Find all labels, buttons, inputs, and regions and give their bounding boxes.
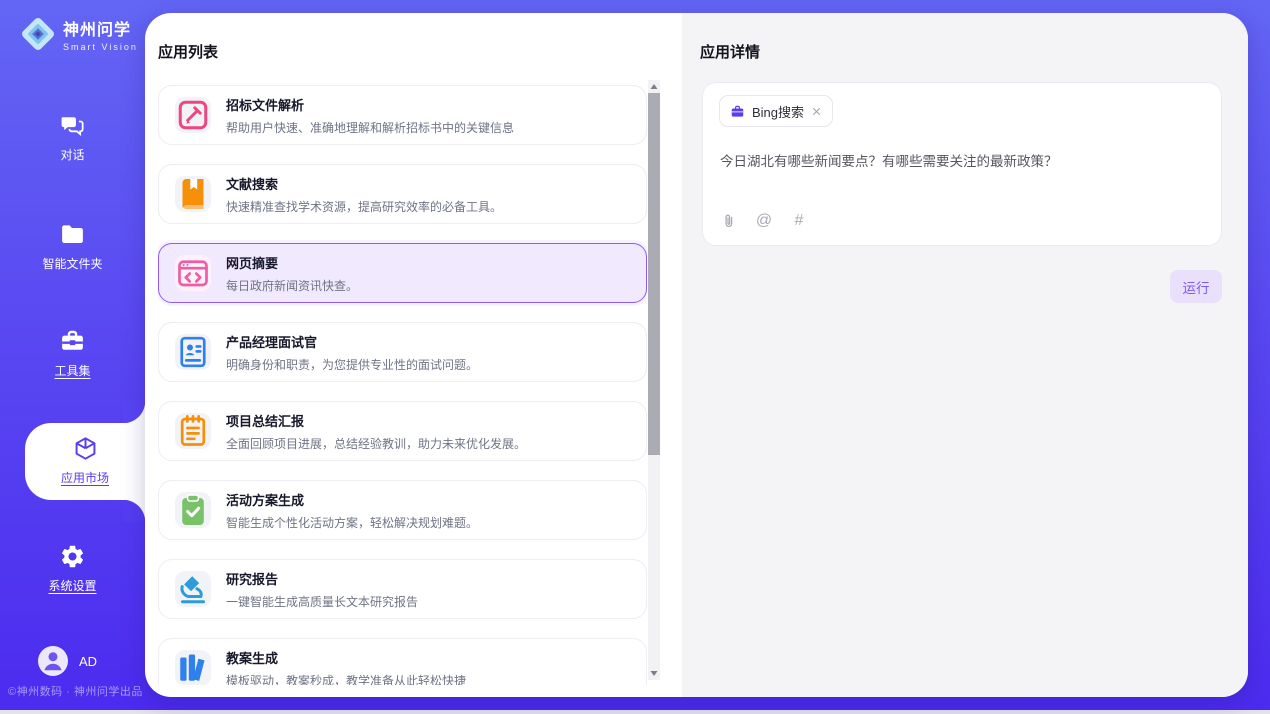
briefcase-icon	[730, 104, 745, 119]
notepad-icon	[175, 413, 211, 449]
diamond-logo-icon	[18, 14, 58, 54]
scroll-up-icon[interactable]	[648, 80, 660, 93]
user-account[interactable]: AD	[38, 646, 97, 676]
user-name: AD	[79, 654, 97, 669]
app-card-title: 活动方案生成	[226, 490, 478, 509]
app-card-title: 教案生成	[226, 648, 466, 667]
brand-logo: 神州问学 Smart Vision	[18, 14, 138, 54]
run-button[interactable]: 运行	[1170, 270, 1222, 303]
books-icon	[175, 650, 211, 685]
sidebar-item-label: 系统设置	[48, 577, 96, 594]
app-card[interactable]: 产品经理面试官 明确身份和职责，为您提供专业性的面试问题。	[158, 322, 647, 382]
cube-icon	[72, 435, 99, 462]
app-card[interactable]: 活动方案生成 智能生成个性化活动方案，轻松解决规划难题。	[158, 480, 647, 540]
app-detail-title: 应用详情	[700, 41, 760, 62]
person-icon	[38, 646, 68, 676]
clipboard-check-icon	[175, 492, 211, 528]
app-list: 招标文件解析 帮助用户快速、准确地理解和解析招标书中的关键信息 文献搜索 快速精…	[158, 85, 647, 685]
brand-subtitle: Smart Vision	[63, 42, 138, 52]
sidebar: 神州问学 Smart Vision 对话 智能文件夹 工具集	[0, 0, 145, 710]
tool-tag-bing-search[interactable]: Bing搜索	[719, 95, 833, 127]
scroll-down-icon[interactable]	[648, 667, 660, 680]
prompt-card: Bing搜索 今日湖北有哪些新闻要点？有哪些需要关注的最新政策？ @ #	[702, 82, 1222, 246]
sidebar-item-label: 应用市场	[61, 469, 109, 486]
app-list-title: 应用列表	[158, 41, 218, 62]
list-scrollbar[interactable]	[648, 80, 660, 680]
edit-document-icon	[175, 97, 211, 133]
folder-icon	[59, 221, 86, 248]
tool-tag-label: Bing搜索	[752, 102, 804, 121]
microscope-icon	[175, 571, 211, 607]
bubble-corner	[123, 500, 145, 522]
prompt-input[interactable]: 今日湖北有哪些新闻要点？有哪些需要关注的最新政策？	[720, 152, 1205, 172]
composer-toolbar: @ #	[720, 212, 808, 230]
browser-code-icon	[175, 255, 211, 291]
sidebar-item-label: 工具集	[54, 362, 90, 379]
sidebar-item[interactable]: 智能文件夹	[0, 221, 145, 273]
sidebar-item[interactable]: 对话	[0, 112, 145, 164]
book-icon	[175, 176, 211, 212]
app-card-title: 项目总结汇报	[226, 411, 526, 430]
sidebar-item[interactable]: 系统设置	[0, 543, 145, 595]
app-card-description: 全面回顾项目进展，总结经验教训，助力未来优化发展。	[226, 435, 526, 452]
app-card-description: 明确身份和职责，为您提供专业性的面试问题。	[226, 356, 478, 373]
app-card-title: 研究报告	[226, 569, 418, 588]
app-card[interactable]: 网页摘要 每日政府新闻资讯快查。	[158, 243, 647, 303]
hash-icon[interactable]: #	[790, 212, 808, 230]
app-card-description: 快速精准查找学术资源，提高研究效率的必备工具。	[226, 198, 502, 215]
paperclip-icon[interactable]	[720, 212, 738, 230]
app-card-description: 帮助用户快速、准确地理解和解析招标书中的关键信息	[226, 119, 514, 136]
chat-icon	[59, 112, 86, 139]
main-panel: 应用列表 招标文件解析 帮助用户快速、准确地理解和解析招标书中的关键信息	[145, 13, 1248, 697]
app-card[interactable]: 招标文件解析 帮助用户快速、准确地理解和解析招标书中的关键信息	[158, 85, 647, 145]
gear-icon	[59, 543, 86, 570]
app-window: 神州问学 Smart Vision 对话 智能文件夹 工具集	[0, 0, 1270, 714]
brand-name: 神州问学	[63, 16, 138, 40]
app-card[interactable]: 文献搜索 快速精准查找学术资源，提高研究效率的必备工具。	[158, 164, 647, 224]
bubble-corner	[123, 401, 145, 423]
sidebar-item[interactable]: 工具集	[0, 328, 145, 380]
scrollbar-thumb[interactable]	[648, 93, 660, 455]
mention-icon[interactable]: @	[755, 212, 773, 230]
app-card-description: 每日政府新闻资讯快查。	[226, 277, 358, 294]
toolbox-icon	[59, 328, 86, 355]
app-card[interactable]: 教案生成 模板驱动，教案秒成，教学准备从此轻松快捷	[158, 638, 647, 685]
app-card-title: 网页摘要	[226, 253, 358, 272]
app-card-description: 模板驱动，教案秒成，教学准备从此轻松快捷	[226, 672, 466, 686]
app-detail-panel: 应用详情 Bing搜索 今日湖北有哪些新闻要点？有哪些需要关注的最新政策？ @ …	[682, 13, 1248, 697]
app-card-title: 招标文件解析	[226, 95, 514, 114]
copyright-text: ©神州数码 · 神州问学出品	[8, 683, 143, 699]
sidebar-item-active[interactable]: 应用市场	[25, 423, 145, 500]
app-card[interactable]: 研究报告 一键智能生成高质量长文本研究报告	[158, 559, 647, 619]
app-card-description: 一键智能生成高质量长文本研究报告	[226, 593, 418, 610]
close-icon[interactable]	[811, 106, 822, 117]
resume-icon	[175, 334, 211, 370]
app-card-title: 文献搜索	[226, 174, 502, 193]
app-card[interactable]: 项目总结汇报 全面回顾项目进展，总结经验教训，助力未来优化发展。	[158, 401, 647, 461]
sidebar-item[interactable]: 应用市场	[25, 435, 145, 487]
sidebar-item-label: 智能文件夹	[42, 255, 102, 272]
app-card-description: 智能生成个性化活动方案，轻松解决规划难题。	[226, 514, 478, 531]
sidebar-item-label: 对话	[60, 146, 84, 163]
app-card-title: 产品经理面试官	[226, 332, 478, 351]
